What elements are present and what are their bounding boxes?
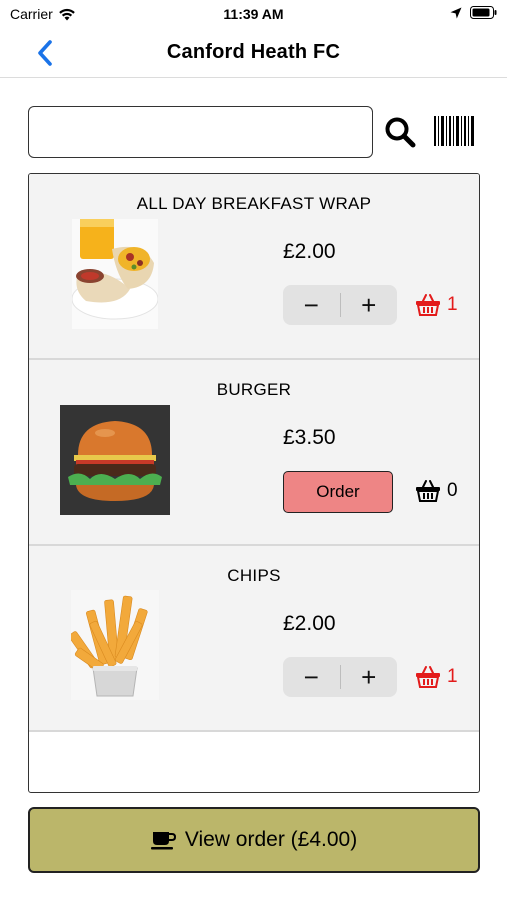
increment-button[interactable]: + (340, 657, 397, 697)
view-order-button[interactable]: View order (£4.00) (28, 807, 480, 873)
basket-indicator: 1 (415, 666, 458, 688)
location-arrow-icon (450, 7, 462, 18)
status-bar: Carrier 11:39 AM (0, 0, 507, 30)
status-time: 11:39 AM (223, 6, 284, 22)
basket-indicator: 1 (415, 294, 458, 316)
view-order-label: View order (£4.00) (184, 828, 358, 851)
navigation-bar: Canford Heath FC (0, 30, 507, 78)
breakfast-wrap-image (72, 219, 158, 329)
decrement-button[interactable]: − (283, 285, 340, 325)
decrement-button[interactable]: − (283, 657, 340, 697)
coffee-cup-icon (150, 832, 176, 850)
increment-button[interactable]: + (340, 285, 397, 325)
search-icon (385, 117, 416, 148)
page-title: Canford Heath FC (166, 41, 341, 63)
chips-image (71, 590, 159, 700)
product-card-burger: BURGER £3.50 Order 0 (29, 360, 479, 546)
barcode-scan-button[interactable] (432, 114, 476, 148)
barcode-icon (434, 116, 474, 146)
product-name: BURGER (216, 380, 292, 399)
product-name: ALL DAY BREAKFAST WRAP (136, 194, 372, 213)
product-card-breakfast-wrap: ALL DAY BREAKFAST WRAP £2.00 − + 1 (29, 174, 479, 360)
quantity-stepper[interactable]: − + (283, 285, 397, 325)
basket-indicator: 0 (415, 480, 458, 502)
search-row (28, 106, 480, 158)
battery-icon (470, 6, 497, 19)
product-price: £2.00 (283, 612, 336, 635)
product-name: CHIPS (227, 566, 281, 585)
product-card-chips: CHIPS £2.00 − + 1 (29, 546, 479, 732)
basket-count: 1 (447, 666, 458, 687)
basket-icon (416, 666, 440, 688)
product-price: £3.50 (283, 426, 336, 449)
product-price: £2.00 (283, 240, 336, 263)
basket-count: 1 (447, 294, 458, 315)
basket-icon (416, 294, 440, 316)
basket-count: 0 (447, 480, 458, 501)
search-input[interactable] (28, 106, 373, 158)
status-right-group (450, 6, 497, 19)
search-button[interactable] (384, 116, 416, 148)
burger-image (60, 405, 170, 515)
product-list[interactable]: ALL DAY BREAKFAST WRAP £2.00 − + 1 BURGE… (28, 173, 480, 793)
order-button[interactable]: Order (283, 471, 393, 513)
basket-icon (416, 480, 440, 502)
quantity-stepper[interactable]: − + (283, 657, 397, 697)
